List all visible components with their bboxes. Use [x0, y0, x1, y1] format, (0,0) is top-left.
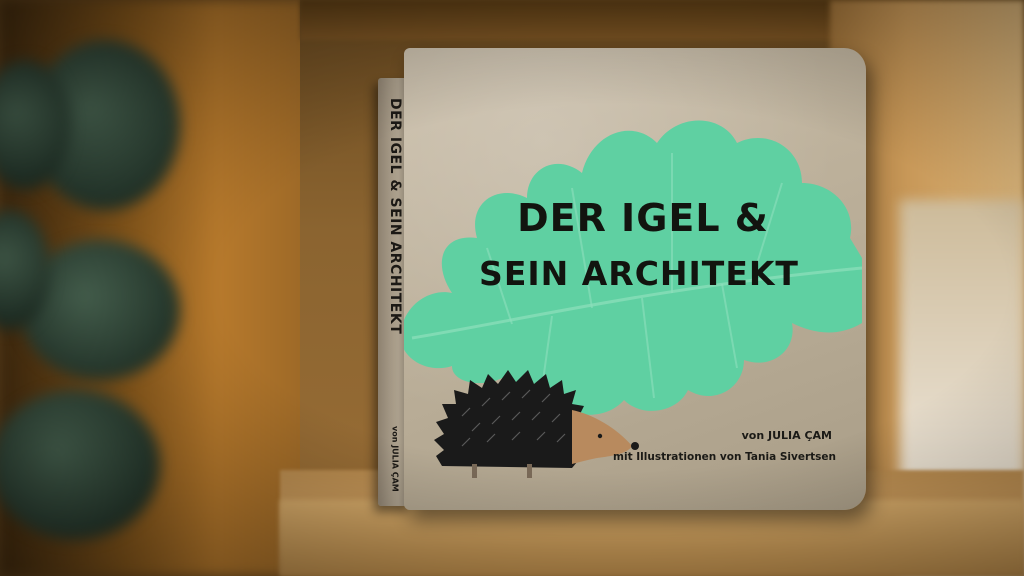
- book-title-line-1: DER IGEL &: [517, 196, 769, 240]
- photo-scene: DER IGEL & SEIN ARCHITEKT von JULIA ÇAM …: [0, 0, 1024, 576]
- book-cover: DER IGEL & SEIN ARCHITEKT von JULIA ÇAM …: [404, 48, 866, 510]
- spine-author: von JULIA ÇAM: [390, 426, 400, 492]
- author-line: von JULIA ÇAM: [741, 429, 832, 442]
- spine-title: DER IGEL & SEIN ARCHITEKT: [387, 98, 403, 335]
- shelf-edge: [280, 500, 1024, 576]
- book-title-line-2: SEIN ARCHITEKT: [479, 254, 799, 293]
- hedgehog-icon: [434, 370, 639, 478]
- illustrator-line: mit Illustrationen von Tania Sivertsen: [613, 451, 836, 463]
